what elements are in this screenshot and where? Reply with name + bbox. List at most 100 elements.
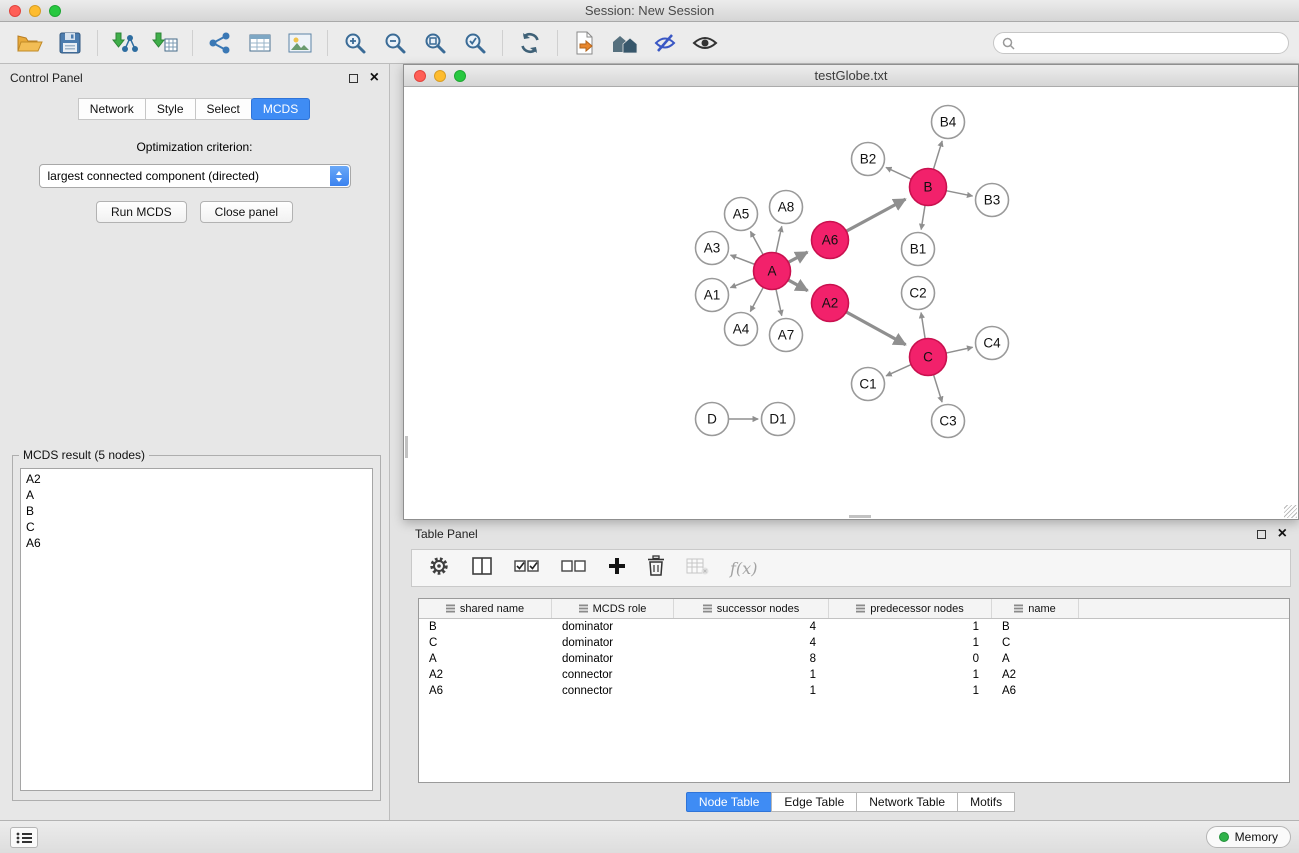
show-columns-button[interactable] [471,556,493,581]
save-session-button[interactable] [50,26,90,60]
graph-node-C4[interactable]: C4 [976,327,1009,360]
vertical-scrollbar[interactable] [405,436,408,458]
close-panel-button[interactable]: Close panel [200,201,293,223]
network-close-button[interactable] [414,70,426,82]
graph-node-B2[interactable]: B2 [852,143,885,176]
column-header-MCDS-role[interactable]: MCDS role [552,599,674,618]
graph-node-D1[interactable]: D1 [762,403,795,436]
float-table-panel-icon[interactable] [1257,530,1266,539]
graph-node-B[interactable]: B [910,169,947,206]
resize-handle[interactable] [1284,505,1297,518]
graph-node-A4[interactable]: A4 [725,313,758,346]
import-table-data-button[interactable] [686,557,709,580]
graph-node-B3[interactable]: B3 [976,184,1009,217]
add-column-button[interactable] [608,557,626,580]
export-image-button[interactable] [280,26,320,60]
select-all-button[interactable] [514,559,540,578]
table-row[interactable]: Adominator80A [419,651,1289,667]
graph-node-A8[interactable]: A8 [770,191,803,224]
table-tab-node-table[interactable]: Node Table [686,792,773,812]
graph-node-A7[interactable]: A7 [770,319,803,352]
network-graph: B4 B2 B B3 A8 A5 A6 A3 B1 A C2 A1 A2 A4 A7 C4 C C1 D D1 C3 [405,88,1297,518]
zoom-selected-button[interactable] [455,26,495,60]
open-session-button[interactable] [10,26,50,60]
plus-icon [608,557,626,575]
table-cell: A6 [419,683,552,699]
new-network-button[interactable] [200,26,240,60]
network-minimize-button[interactable] [434,70,446,82]
import-network-button[interactable] [105,26,145,60]
status-bar: Memory [0,820,1299,853]
zoom-window-button[interactable] [49,5,61,17]
close-panel-icon[interactable]: × [370,71,379,85]
graph-node-C[interactable]: C [910,339,947,376]
control-tab-style[interactable]: Style [145,98,196,120]
column-header-shared-name[interactable]: shared name [419,599,552,618]
network-canvas[interactable]: B4 B2 B B3 A8 A5 A6 A3 B1 A C2 A1 A2 A4 A7 C4 C C1 D D1 C3 [405,88,1297,518]
table-tab-edge-table[interactable]: Edge Table [771,792,857,812]
delete-column-button[interactable] [647,555,665,581]
graph-node-A3[interactable]: A3 [696,232,729,265]
toolbar-separator [502,30,503,56]
mcds-result-item[interactable]: A [21,487,372,503]
hide-graphics-button[interactable] [645,26,685,60]
graph-node-B4[interactable]: B4 [932,106,965,139]
table-settings-button[interactable] [428,555,450,582]
table-cell: A2 [992,667,1079,683]
table-tab-network-table[interactable]: Network Table [856,792,958,812]
graph-node-A6[interactable]: A6 [812,222,849,259]
home-button[interactable] [605,26,645,60]
table-tab-motifs[interactable]: Motifs [957,792,1015,812]
graph-node-D[interactable]: D [696,403,729,436]
control-panel-title: Control Panel [10,71,349,85]
mcds-result-item[interactable]: B [21,503,372,519]
svg-text:B: B [923,180,932,195]
export-document-button[interactable] [565,26,605,60]
show-graphics-button[interactable] [685,26,725,60]
close-window-button[interactable] [9,5,21,17]
graph-node-A1[interactable]: A1 [696,279,729,312]
zoom-in-button[interactable] [335,26,375,60]
search-input[interactable] [1020,36,1280,50]
column-header-successor-nodes[interactable]: successor nodes [674,599,829,618]
task-history-button[interactable] [10,827,38,848]
graph-node-C2[interactable]: C2 [902,277,935,310]
zoom-fit-button[interactable] [415,26,455,60]
deselect-all-button[interactable] [561,559,587,578]
column-header-predecessor-nodes[interactable]: predecessor nodes [829,599,992,618]
save-icon [59,32,81,54]
mcds-result-item[interactable]: C [21,519,372,535]
horizontal-scrollbar[interactable] [849,515,871,518]
table-row[interactable]: Bdominator41B [419,619,1289,635]
control-tab-network[interactable]: Network [78,98,146,120]
memory-button[interactable]: Memory [1206,826,1291,848]
float-panel-icon[interactable] [349,74,358,83]
control-tab-mcds[interactable]: MCDS [251,98,310,120]
table-row[interactable]: A6connector11A6 [419,683,1289,699]
mcds-result-item[interactable]: A6 [21,535,372,551]
control-tab-select[interactable]: Select [195,98,252,120]
import-table-button[interactable] [145,26,185,60]
mcds-result-item[interactable]: A2 [21,471,372,487]
refresh-button[interactable] [510,26,550,60]
table-row[interactable]: A2connector11A2 [419,667,1289,683]
graph-node-C3[interactable]: C3 [932,405,965,438]
network-table-button[interactable] [240,26,280,60]
run-mcds-button[interactable]: Run MCDS [96,201,187,223]
graph-node-A5[interactable]: A5 [725,198,758,231]
mcds-result-list[interactable]: A2ABCA6 [20,468,373,791]
zoom-out-button[interactable] [375,26,415,60]
network-zoom-button[interactable] [454,70,466,82]
close-table-panel-icon[interactable]: × [1278,527,1287,541]
control-panel-tabs: NetworkStyleSelectMCDS [0,98,389,120]
column-header-name[interactable]: name [992,599,1079,618]
function-builder-button[interactable]: f(x) [730,559,757,578]
minimize-window-button[interactable] [29,5,41,17]
graph-node-A[interactable]: A [754,253,791,290]
table-row[interactable]: Cdominator41C [419,635,1289,651]
graph-node-A2[interactable]: A2 [812,285,849,322]
column-sort-icon [856,604,865,613]
criterion-dropdown[interactable]: largest connected component (directed) [39,164,351,188]
graph-node-B1[interactable]: B1 [902,233,935,266]
graph-node-C1[interactable]: C1 [852,368,885,401]
